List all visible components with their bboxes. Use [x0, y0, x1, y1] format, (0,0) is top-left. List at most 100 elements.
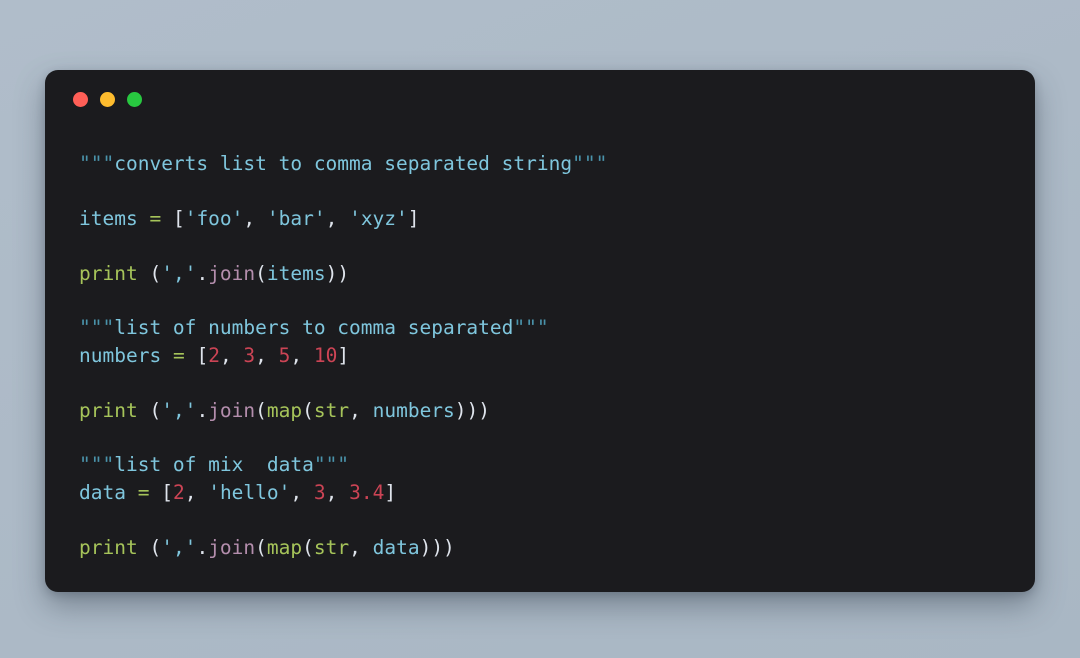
code-token: ',': [161, 535, 197, 559]
code-line: print (','.join(map(str, numbers))): [79, 397, 1005, 424]
code-token: numbers: [372, 398, 455, 422]
code-token: )): [325, 261, 350, 285]
code-line: numbers = [2, 3, 5, 10]: [79, 342, 1005, 369]
minimize-window-button[interactable]: [100, 92, 115, 107]
code-token: """: [79, 152, 115, 175]
code-line: """list of numbers to comma separated""": [79, 314, 1005, 341]
code-token: [: [196, 343, 209, 367]
code-token: print: [79, 398, 138, 422]
code-token: ',': [161, 398, 197, 422]
code-token: ,: [325, 206, 350, 230]
code-token: ]: [337, 343, 350, 367]
code-token: converts list to comma separated string: [114, 152, 573, 175]
code-token: join: [208, 535, 256, 559]
code-token: .: [196, 398, 209, 422]
code-token: =: [149, 206, 162, 230]
code-token: (: [255, 261, 267, 285]
code-line: print (','.join(map(str, data))): [79, 534, 1005, 561]
code-block: """converts list to comma separated stri…: [79, 150, 1005, 561]
code-token: ]: [407, 206, 420, 230]
code-token: list of numbers to comma separated: [114, 316, 514, 340]
screenshot-canvas: """converts list to comma separated stri…: [0, 0, 1080, 658]
code-token: str: [313, 535, 350, 559]
code-token: 5: [278, 343, 291, 367]
code-token: (: [302, 535, 314, 559]
code-line: data = [2, 'hello', 3, 3.4]: [79, 479, 1005, 506]
code-token: ,: [243, 206, 267, 230]
code-token: ,: [290, 480, 314, 504]
code-line: print (','.join(items)): [79, 260, 1005, 287]
code-token: .: [196, 535, 209, 559]
code-token: str: [313, 398, 350, 422]
code-token: ,: [290, 343, 314, 367]
code-token: 3: [243, 343, 256, 367]
code-token: data: [372, 535, 420, 559]
code-token: ,: [349, 398, 373, 422]
code-token: .: [196, 261, 209, 285]
close-window-button[interactable]: [73, 92, 88, 107]
code-token: map: [266, 398, 303, 422]
code-token: """: [79, 316, 115, 340]
code-token: (: [255, 535, 267, 559]
code-token: (: [149, 261, 162, 285]
code-token: 3.4: [349, 480, 385, 504]
code-line: items = ['foo', 'bar', 'xyz']: [79, 205, 1005, 232]
code-token: (: [255, 398, 267, 422]
code-token: items: [79, 206, 138, 230]
traffic-light-buttons: [73, 92, 142, 107]
code-token: """: [513, 316, 549, 340]
code-line: """list of mix data""": [79, 451, 1005, 478]
window-titlebar[interactable]: [45, 70, 1035, 130]
code-token: """: [313, 453, 350, 477]
code-token: ,: [349, 535, 373, 559]
code-token: ,: [219, 343, 244, 367]
code-token: [: [172, 206, 185, 230]
code-token: 2: [208, 343, 220, 367]
code-token: items: [266, 261, 326, 285]
code-token: =: [137, 480, 150, 504]
code-token: print: [79, 261, 138, 285]
code-token: (: [149, 535, 162, 559]
code-token: 'bar': [266, 206, 326, 230]
code-token: ,: [325, 480, 350, 504]
code-token: 3: [313, 480, 326, 504]
code-token: =: [172, 343, 185, 367]
code-token: 'hello': [208, 480, 291, 504]
code-token: ',': [161, 261, 197, 285]
code-editor-area[interactable]: """converts list to comma separated stri…: [45, 130, 1035, 592]
code-token: join: [208, 398, 256, 422]
code-token: print: [79, 535, 138, 559]
maximize-window-button[interactable]: [127, 92, 142, 107]
code-token: [: [161, 480, 173, 504]
code-token: 'xyz': [349, 206, 408, 230]
code-token: join: [208, 261, 256, 285]
code-token: data: [79, 480, 126, 504]
code-token: ))): [454, 398, 491, 422]
code-token: ]: [384, 480, 397, 504]
code-token: ,: [255, 343, 279, 367]
code-token: (: [302, 398, 314, 422]
code-token: """: [79, 453, 115, 477]
code-token: map: [266, 535, 303, 559]
code-token: """: [572, 152, 608, 175]
code-token: 10: [313, 343, 338, 367]
code-token: ))): [419, 535, 455, 559]
code-token: ,: [184, 480, 209, 504]
code-line: """converts list to comma separated stri…: [79, 150, 1005, 177]
code-window: """converts list to comma separated stri…: [45, 70, 1035, 592]
code-token: numbers: [79, 343, 162, 367]
